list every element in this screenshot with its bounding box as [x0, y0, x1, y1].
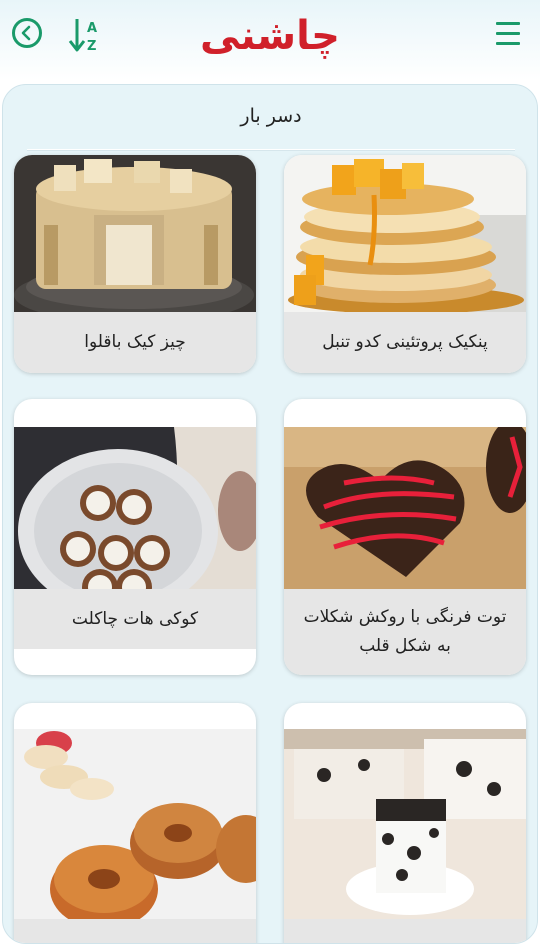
sort-az-button[interactable]: A Z [68, 16, 104, 56]
svg-text:A: A [87, 21, 97, 36]
back-button[interactable] [12, 18, 42, 48]
recipe-title [14, 919, 256, 943]
recipe-image-chocolate-strawberry [284, 427, 526, 589]
recipe-image-hot-chocolate-cookies [14, 427, 256, 589]
recipe-image-baklava-cheesecake [14, 155, 256, 312]
sort-az-icon: A Z [68, 19, 97, 54]
chevron-left-icon [21, 25, 31, 41]
recipe-title: پنکیک پروتئینی کدو تنبل [284, 312, 526, 373]
recipe-card[interactable] [14, 703, 256, 943]
recipe-card[interactable]: پنکیک پروتئینی کدو تنبل [284, 155, 526, 373]
menu-bar [496, 22, 520, 25]
recipe-image-pancake [284, 155, 526, 312]
recipe-title: توت فرنگی با روکش شکلات به شکل قلب [284, 589, 526, 675]
section-title: دسر بار [240, 105, 302, 127]
recipe-card[interactable] [284, 703, 526, 943]
menu-bar [496, 32, 520, 35]
hamburger-menu-button[interactable] [496, 22, 524, 48]
app-header: A Z چاشنی [0, 0, 540, 80]
recipe-image-cookies-and-cream [284, 729, 526, 919]
recipe-card[interactable]: چیز کیک باقلوا [14, 155, 256, 373]
recipe-title: کوکی هات چاکلت [14, 589, 256, 649]
app-logo: چاشنی [200, 13, 340, 59]
recipe-title: چیز کیک باقلوا [14, 312, 256, 373]
category-panel: دسر بار پنکیک پروتئینی کدو تنبل چیز کیک … [2, 84, 538, 944]
recipe-image-apple-donuts [14, 729, 256, 919]
recipe-card[interactable]: کوکی هات چاکلت [14, 399, 256, 675]
recipe-title [284, 919, 526, 943]
divider [27, 149, 515, 150]
recipe-card[interactable]: توت فرنگی با روکش شکلات به شکل قلب [284, 399, 526, 675]
menu-bar [496, 42, 520, 45]
svg-text:Z: Z [87, 39, 96, 54]
